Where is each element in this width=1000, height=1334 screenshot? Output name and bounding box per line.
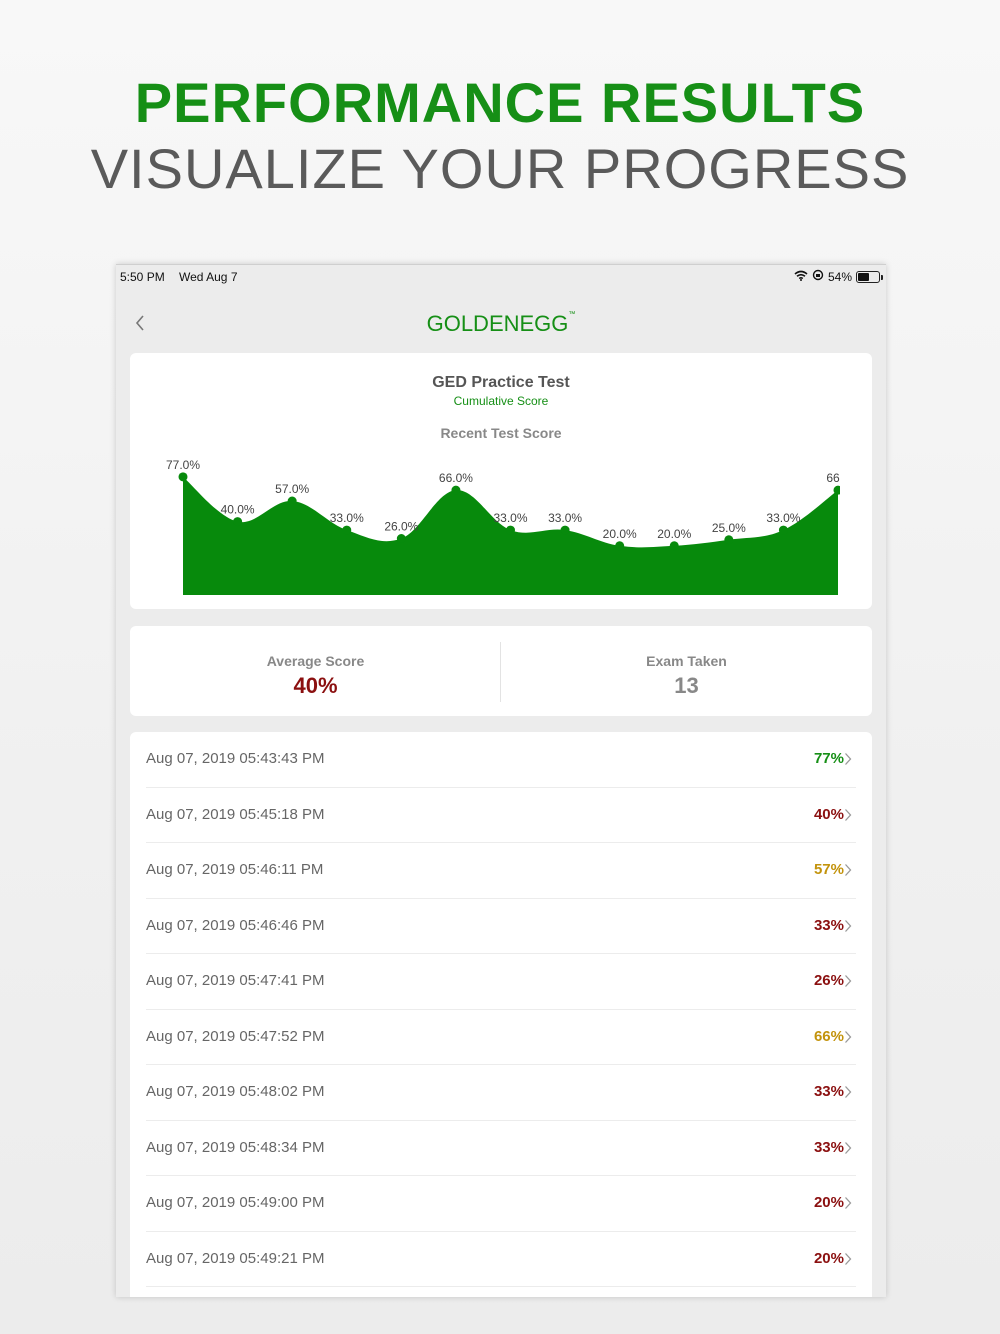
exams-taken-stat: Exam Taken 13 — [501, 626, 872, 716]
chart-card: GED Practice Test Cumulative Score Recen… — [130, 353, 872, 609]
promo-title: PERFORMANCE RESULTS — [134, 71, 866, 134]
result-score: 26% — [813, 972, 844, 989]
status-icons: 54% — [794, 269, 883, 284]
chart-data-label: 33.0% — [330, 511, 364, 525]
average-score-value: 40% — [293, 673, 338, 698]
chevron-left-icon — [135, 315, 144, 331]
app-logo: GOLDENEGG™ — [116, 311, 886, 337]
exams-taken-label: Exam Taken — [646, 653, 727, 669]
chart-point — [178, 472, 188, 482]
chevron-right-icon — [845, 1197, 852, 1209]
exams-taken-value: 13 — [674, 673, 699, 698]
chart-point — [396, 534, 406, 544]
logo-text: GOLDENEGG — [426, 311, 569, 336]
status-date: Wed Aug 7 — [179, 270, 238, 284]
result-score: 66% — [813, 1027, 844, 1045]
chart-point — [778, 525, 788, 535]
result-score: 33% — [813, 916, 844, 934]
result-row[interactable]: Aug 07, 2019 05:49:00 PM 20% — [130, 1176, 872, 1232]
result-date: Aug 07, 2019 05:47:52 PM — [146, 1027, 325, 1045]
back-button[interactable] — [126, 309, 154, 337]
result-score: 57% — [813, 861, 844, 878]
result-row[interactable]: Aug 07, 2019 05:47:41 PM 26% — [130, 954, 872, 1010]
chart-data-label: 25.0% — [712, 521, 746, 535]
result-row[interactable]: Aug 07, 2019 05:46:11 PM 57% — [130, 843, 872, 899]
chart-data-label: 20.0% — [603, 527, 637, 541]
chart-data-label: 33.0% — [766, 511, 800, 525]
nav-bar: GOLDENEGG™ — [116, 299, 886, 345]
result-row[interactable]: Aug 07, 2019 05:47:52 PM 66% — [130, 1010, 872, 1065]
result-date: Aug 07, 2019 05:43:43 PM — [146, 750, 325, 767]
chart-data-label: 33.0% — [493, 511, 527, 525]
logo-trademark: ™ — [568, 311, 576, 318]
chart-point — [287, 496, 297, 506]
result-row[interactable]: Aug 07, 2019 05:48:02 PM 33% — [130, 1065, 872, 1121]
battery-icon — [856, 270, 883, 283]
chart-point — [342, 525, 352, 535]
chart-point — [506, 525, 515, 535]
result-date: Aug 07, 2019 05:46:11 PM — [146, 861, 324, 878]
result-date: Aug 07, 2019 05:49:00 PM — [146, 1194, 325, 1211]
chart-data-label: 26.0% — [384, 520, 418, 534]
chart-data-label: 66.0% — [439, 471, 473, 485]
chevron-right-icon — [845, 1030, 852, 1043]
score-area-chart: 77.0% 40.0% 57.0% 33.0% 26.0% 66.0% 33.0% 33.0%… — [166, 443, 872, 595]
status-time: 5:50 PM — [120, 270, 165, 284]
chart-data-label: 57.0% — [275, 482, 309, 496]
status-bar: 5:50 PM Wed Aug 7 54% — [116, 265, 886, 287]
result-date: Aug 07, 2019 05:49:21 PM — [146, 1249, 325, 1267]
chevron-right-icon — [845, 1086, 852, 1098]
result-score: 40% — [813, 805, 844, 823]
chart-data-label: 33.0% — [548, 511, 582, 525]
chevron-right-icon — [845, 864, 852, 876]
promo-subtitle: VISUALIZE YOUR PROGRESS — [90, 137, 910, 200]
chart-data-label: 40.0% — [221, 503, 255, 517]
chevron-right-icon — [845, 753, 852, 765]
results-list: Aug 07, 2019 05:43:43 PM 77% Aug 07, 2019 … — [130, 732, 872, 1297]
result-score: 20% — [813, 1194, 844, 1211]
chevron-right-icon — [845, 919, 852, 932]
result-row[interactable]: Aug 07, 2019 05:43:43 PM 77% — [130, 732, 872, 788]
chevron-right-icon — [845, 808, 852, 821]
chart-edge-mask — [840, 443, 872, 503]
chevron-right-icon — [845, 1252, 852, 1265]
result-score: 20% — [813, 1249, 844, 1267]
result-row[interactable]: Aug 07, 2019 05:49:21 PM 20% — [130, 1232, 872, 1287]
chart-point — [615, 541, 625, 551]
result-date: Aug 07, 2019 05:48:02 PM — [146, 1083, 325, 1100]
battery-percent: 54% — [827, 269, 852, 284]
chart-point — [451, 485, 461, 495]
result-row[interactable]: Aug 07, 2019 05:46:46 PM 33% — [130, 899, 872, 954]
device-screen: 5:50 PM Wed Aug 7 54% GOLDENEGG™ GED Pra… — [116, 264, 886, 1297]
chart-point — [669, 541, 679, 551]
chart-point — [560, 525, 570, 535]
row-separator — [146, 1286, 856, 1287]
battery-fill — [858, 272, 869, 281]
result-score: 77% — [813, 750, 844, 767]
average-score-label: Average Score — [266, 653, 365, 669]
chevron-right-icon — [845, 975, 852, 987]
chart-data-label: 77.0% — [166, 458, 200, 472]
chart-point — [233, 517, 243, 527]
chart-data-label: 20.0% — [657, 527, 691, 541]
stats-card: Average Score 40% Exam Taken 13 — [130, 626, 872, 716]
result-row[interactable]: Aug 07, 2019 05:45:18 PM 40% — [130, 788, 872, 843]
result-date: Aug 07, 2019 05:47:41 PM — [146, 972, 325, 989]
rotation-lock-icon — [812, 269, 824, 284]
wifi-icon — [794, 270, 808, 284]
result-date: Aug 07, 2019 05:46:46 PM — [146, 916, 325, 934]
chevron-right-icon — [845, 1141, 852, 1154]
chart-point — [724, 535, 734, 545]
result-score: 33% — [813, 1083, 844, 1100]
result-date: Aug 07, 2019 05:48:34 PM — [146, 1138, 325, 1156]
average-score-stat: Average Score 40% — [130, 626, 501, 716]
result-row[interactable]: Aug 07, 2019 05:48:34 PM 33% — [130, 1121, 872, 1176]
result-score: 33% — [813, 1138, 844, 1156]
result-date: Aug 07, 2019 05:45:18 PM — [146, 805, 325, 823]
